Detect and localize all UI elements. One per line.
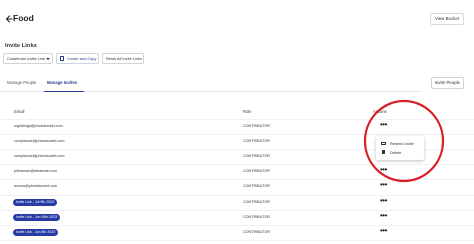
red-annotation-circle [363, 99, 445, 183]
